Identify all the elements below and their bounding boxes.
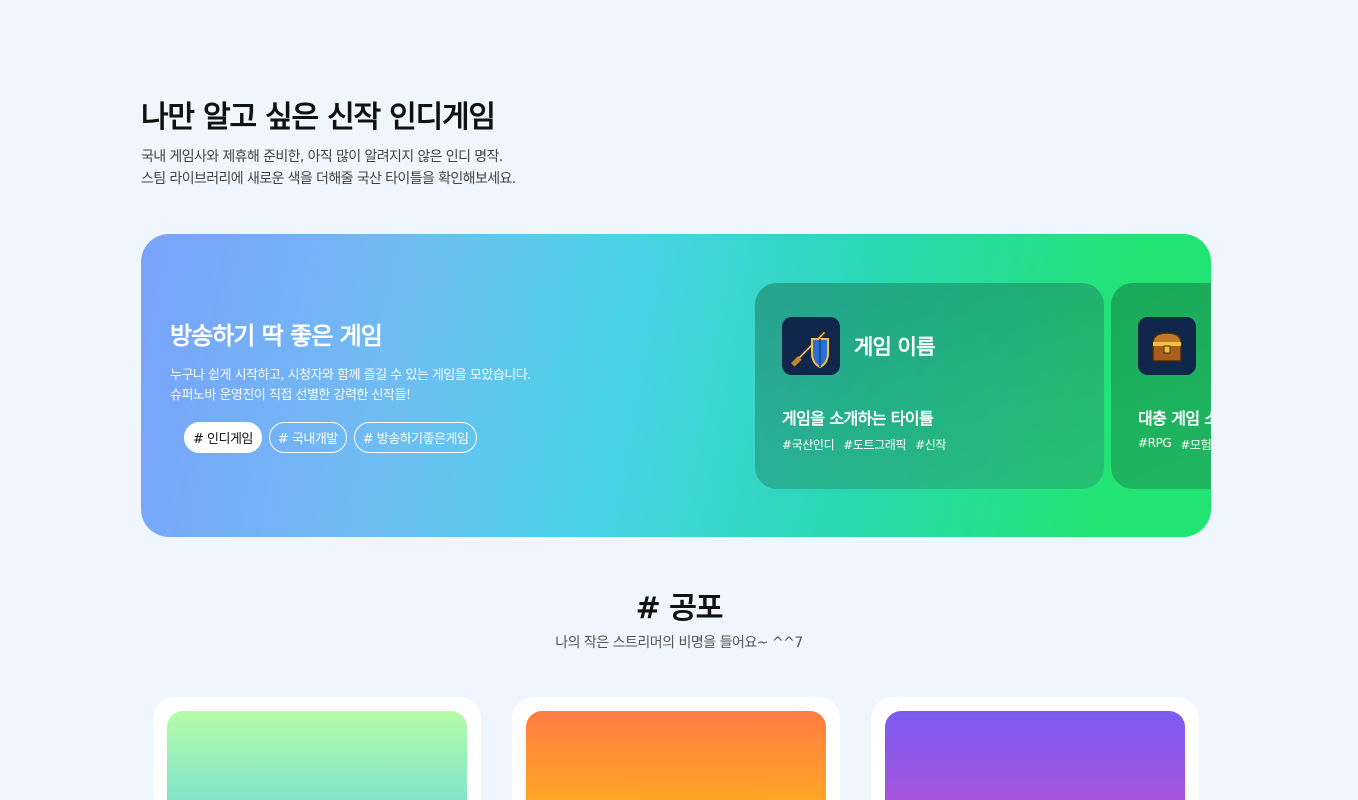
game-tag: #신작 <box>915 438 947 452</box>
tag-indie-game[interactable]: # 인디게임 <box>184 422 262 453</box>
game-tag: #모험 <box>1180 438 1211 452</box>
intro-description-line1: 국내 게임사와 제휴해 준비한, 아직 많이 알려지지 않은 인디 명작. <box>141 149 503 165</box>
tag-domestic-dev[interactable]: # 국내개발 <box>268 422 347 453</box>
game-thumbnail-card[interactable] <box>512 697 840 800</box>
banner-text: 방송하기 딱 좋은 게임 누구나 쉽게 시작하고, 시청자와 함께 즐길 수 있… <box>170 320 531 406</box>
page: 나만 알고 싶은 신작 인디게임 국내 게임사와 제휴해 준비한, 아직 많이 … <box>0 0 1358 800</box>
game-tag: #도트그래픽 <box>843 438 907 452</box>
tag-good-for-streaming[interactable]: # 방송하기좋은게임 <box>353 422 478 453</box>
banner-description-line1: 누구나 쉽게 시작하고, 시청자와 함께 즐길 수 있는 게임을 모았습니다. <box>170 368 531 383</box>
game-thumbnail-card[interactable] <box>871 697 1199 800</box>
banner-tag-list: # 인디게임 # 국내개발 # 방송하기좋은게임 <box>184 422 478 453</box>
game-thumbnail-image <box>885 711 1185 800</box>
game-tag: #국산인디 <box>782 438 835 452</box>
game-thumbnail-image <box>526 711 826 800</box>
game-subtitle: 대충 게임 소 <box>1138 409 1211 428</box>
featured-banner: 방송하기 딱 좋은 게임 누구나 쉽게 시작하고, 시청자와 함께 즐길 수 있… <box>141 234 1211 537</box>
treasure-chest-icon <box>1138 317 1196 375</box>
game-subtitle: 게임을 소개하는 타이틀 <box>782 409 934 428</box>
game-thumbnail-image <box>167 711 467 800</box>
game-thumbnail-card[interactable] <box>153 697 481 800</box>
game-tag-list: #국산인디 #도트그래픽 #신작 <box>782 436 946 453</box>
game-card[interactable]: 대충 게임 소 #RPG #모험 <box>1111 283 1211 489</box>
section-title: # 공포 <box>635 591 724 626</box>
banner-title: 방송하기 딱 좋은 게임 <box>170 322 383 350</box>
banner-description-line2: 슈퍼노바 운영진이 직접 선별한 강력한 신작들! <box>170 388 411 403</box>
game-tag-list: #RPG #모험 <box>1138 436 1211 453</box>
game-card[interactable]: 게임 이름 게임을 소개하는 타이틀 #국산인디 #도트그래픽 #신작 <box>755 283 1104 489</box>
intro-description-line2: 스팀 라이브러리에 새로운 색을 더해줄 국산 타이틀을 확인해보세요. <box>141 171 516 187</box>
intro-section: 나만 알고 싶은 신작 인디게임 국내 게임사와 제휴해 준비한, 아직 많이 … <box>141 98 516 190</box>
game-tag: #RPG <box>1138 436 1172 450</box>
section-subtitle: 나의 작은 스트리머의 비명을 들어요~ ^^7 <box>555 635 803 651</box>
sword-shield-icon <box>782 317 840 375</box>
page-title: 나만 알고 싶은 신작 인디게임 <box>141 100 496 135</box>
game-name: 게임 이름 <box>854 335 935 359</box>
